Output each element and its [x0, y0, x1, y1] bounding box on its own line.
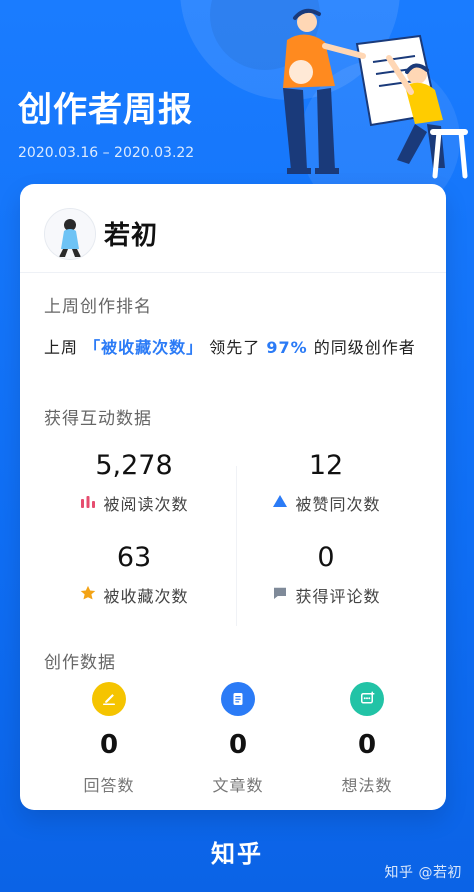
header-illustration	[283, 8, 468, 179]
metric-value: 0	[317, 542, 335, 573]
watermark: 知乎 @若初	[384, 865, 462, 881]
creation-answers: 0 回答数	[46, 682, 172, 796]
avatar-image	[45, 209, 95, 259]
ranking-middle: 领先了	[209, 338, 261, 357]
metric-comments: 0 获得评论数	[226, 542, 426, 607]
metric-reads: 5,278 被阅读次数	[34, 450, 234, 515]
metric-value: 63	[116, 542, 152, 573]
metric-favorites: 63 被收藏次数	[34, 542, 234, 607]
creation-value: 0	[357, 730, 377, 760]
report-date-range: 2020.03.16 – 2020.03.22	[18, 145, 195, 162]
ranking-metric: 「被收藏次数」	[84, 338, 204, 357]
metric-likes: 12 被赞同次数	[226, 450, 426, 515]
weekly-report-card: 若初 上周创作排名 上周 「被收藏次数」 领先了 97% 的同级创作者 获得互动…	[20, 184, 446, 810]
ranking-prefix: 上周	[44, 338, 79, 357]
metric-label-row: 被赞同次数	[226, 491, 426, 515]
metric-label-row: 获得评论数	[226, 583, 426, 607]
ranking-summary: 上周 「被收藏次数」 领先了 97% 的同级创作者	[44, 334, 416, 358]
creation-ideas: 0 想法数	[304, 682, 430, 796]
creation-label: 想法数	[341, 776, 393, 795]
report-title: 创作者周报	[18, 90, 193, 130]
creation-label: 回答数	[83, 776, 135, 795]
idea-icon	[350, 682, 384, 716]
metric-label: 被收藏次数	[103, 587, 189, 606]
report-header: 创作者周报 2020.03.16 – 2020.03.22	[18, 90, 195, 162]
star-icon	[79, 584, 97, 606]
edit-icon	[92, 682, 126, 716]
document-icon	[221, 682, 255, 716]
chart-icon	[79, 492, 97, 514]
ranking-suffix: 的同级创作者	[313, 338, 416, 357]
comment-icon	[271, 584, 289, 606]
section-title-ranking: 上周创作排名	[44, 297, 152, 317]
profile-row: 若初	[20, 184, 446, 273]
creation-label: 文章数	[212, 776, 264, 795]
creation-articles: 0 文章数	[175, 682, 301, 796]
ranking-percent: 97%	[266, 338, 308, 357]
metric-label: 被赞同次数	[295, 495, 381, 514]
metric-value: 12	[308, 450, 344, 481]
section-title-creation: 创作数据	[44, 653, 116, 673]
metric-value: 5,278	[95, 450, 173, 481]
section-title-interaction: 获得互动数据	[44, 409, 152, 429]
metric-label: 获得评论数	[295, 587, 381, 606]
triangle-up-icon	[271, 492, 289, 514]
avatar	[44, 208, 96, 260]
creation-value: 0	[228, 730, 248, 760]
user-name: 若初	[104, 221, 159, 251]
creation-value: 0	[99, 730, 119, 760]
metric-label-row: 被收藏次数	[34, 583, 234, 607]
metric-label: 被阅读次数	[103, 495, 189, 514]
metric-label-row: 被阅读次数	[34, 491, 234, 515]
